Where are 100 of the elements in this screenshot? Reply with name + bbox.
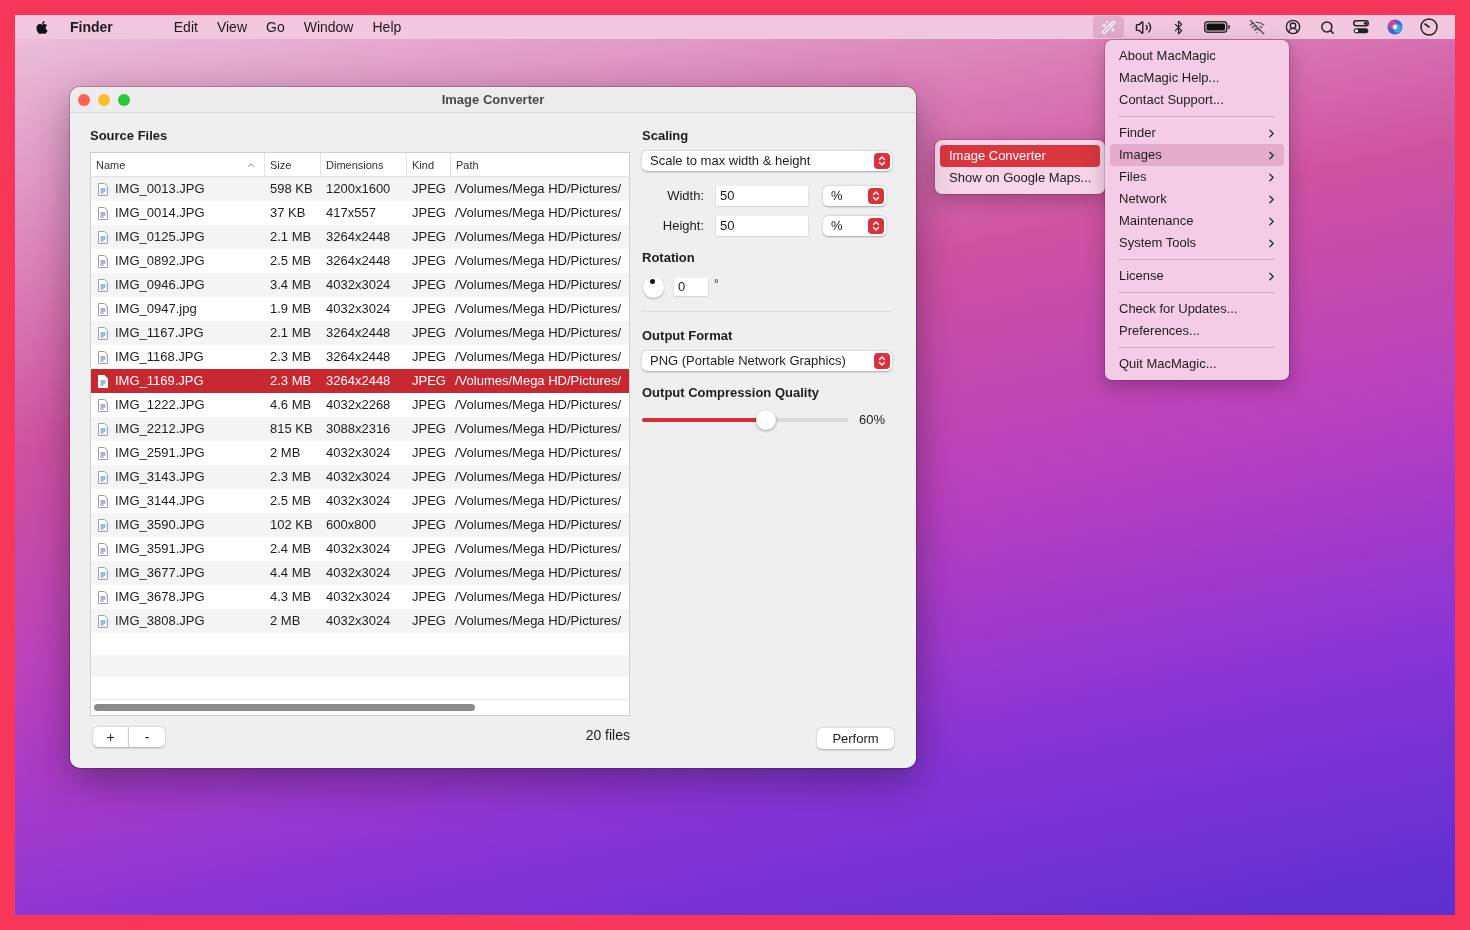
height-unit-popup[interactable]: %	[823, 216, 886, 236]
path-cell-text: /Volumes/Mega HD/Pictures/	[454, 492, 623, 511]
file-name-cell-text: IMG_3143.JPG	[115, 468, 205, 487]
menu-item[interactable]: About MacMagic	[1110, 45, 1284, 67]
menu-item[interactable]: Images	[1110, 144, 1284, 166]
path-cell-text: /Volumes/Mega HD/Pictures/	[454, 468, 623, 487]
table-row[interactable]: IMG_0125.JPG 2.1 MB 3264x2448 JPEG /Volumes/Mega HD/Pictures/	[91, 225, 629, 249]
kind-cell-text: JPEG	[411, 468, 447, 487]
file-name-cell-text: IMG_1169.JPG	[115, 372, 204, 391]
siri-icon[interactable]	[1387, 19, 1403, 35]
size-cell-text: 2.4 MB	[269, 540, 313, 559]
scrollbar-thumb[interactable]	[94, 704, 475, 711]
menu-item[interactable]: Image Converter	[940, 145, 1100, 167]
dimensions-cell-text: 4032x3024	[325, 468, 392, 487]
search-icon[interactable]	[1319, 19, 1335, 35]
updown-chevron-icon	[874, 353, 890, 369]
menu-item[interactable]: License	[1110, 265, 1284, 287]
user-icon[interactable]	[1285, 19, 1301, 35]
file-name-cell-text: IMG_0947.jpg	[115, 300, 197, 319]
control-center-icon[interactable]	[1353, 20, 1369, 34]
path-cell-text: /Volumes/Mega HD/Pictures/	[454, 324, 623, 343]
path-cell-text: /Volumes/Mega HD/Pictures/	[454, 180, 623, 199]
format-popup[interactable]: PNG (Portable Network Graphics)	[642, 351, 892, 371]
path-cell-text: /Volumes/Mega HD/Pictures/	[454, 612, 623, 631]
size-cell-text: 4.4 MB	[269, 564, 313, 583]
table-row[interactable]: IMG_3808.JPG 2 MB 4032x3024 JPEG /Volumes/Mega HD/Pictures/	[91, 609, 629, 633]
menu-item[interactable]: Quit MacMagic...	[1110, 353, 1284, 375]
kind-cell-text: JPEG	[411, 492, 447, 511]
menu-bar-item[interactable]: Finder	[70, 18, 113, 36]
close-button[interactable]	[78, 93, 90, 106]
dimensions-cell-text: 3264x2448	[325, 348, 392, 367]
path-cell-text: /Volumes/Mega HD/Pictures/	[454, 252, 623, 271]
rotation-knob[interactable]	[643, 276, 664, 298]
table-row[interactable]: IMG_1167.JPG 2.1 MB 3264x2448 JPEG /Volumes/Mega HD/Pictures/	[91, 321, 629, 345]
file-name-cell-text: IMG_3808.JPG	[115, 612, 205, 631]
menu-bar-item[interactable]: Go	[266, 18, 285, 36]
height-field[interactable]: 50	[716, 216, 808, 236]
menu-bar-item[interactable]: Edit	[173, 18, 198, 36]
table-row[interactable]: IMG_3677.JPG 4.4 MB 4032x3024 JPEG /Volumes/Mega HD/Pictures/	[91, 561, 629, 585]
apple-icon[interactable]	[35, 19, 49, 35]
dimensions-cell-text: 3264x2448	[325, 252, 392, 271]
kind-cell-text: JPEG	[411, 444, 447, 463]
menu-item[interactable]: System Tools	[1110, 232, 1284, 254]
degree-label: °	[714, 276, 719, 293]
menu-item[interactable]: Preferences...	[1110, 320, 1284, 342]
table-row[interactable]: IMG_3143.JPG 2.3 MB 4032x3024 JPEG /Volumes/Mega HD/Pictures/	[91, 465, 629, 489]
add-button[interactable]: +	[93, 727, 129, 747]
battery-icon[interactable]	[1204, 21, 1230, 33]
table-row[interactable]: IMG_0946.JPG 3.4 MB 4032x3024 JPEG /Volumes/Mega HD/Pictures/	[91, 273, 629, 297]
kind-cell-text: JPEG	[411, 228, 447, 247]
size-cell-text: 3.4 MB	[269, 276, 313, 295]
perform-button[interactable]: Perform	[817, 728, 894, 749]
menu-bar-item[interactable]: Help	[372, 18, 402, 36]
updown-chevron-icon	[868, 218, 884, 234]
file-name-cell-text: IMG_0013.JPG	[115, 180, 205, 199]
width-field[interactable]: 50	[716, 186, 808, 206]
menu-bar-item[interactable]: View	[216, 18, 247, 36]
menu-item[interactable]: MacMagic Help...	[1110, 67, 1284, 89]
wifi-off-icon[interactable]	[1249, 19, 1265, 35]
dimensions-cell-text: 600x800	[325, 516, 377, 535]
menu-item[interactable]: Show on Google Maps...	[940, 167, 1100, 189]
file-icon	[98, 302, 108, 316]
kind-cell-text: JPEG	[411, 372, 447, 391]
dimensions-cell-text: 4032x3024	[325, 588, 392, 607]
kind-cell-text: JPEG	[411, 324, 447, 343]
dimensions-cell-text: 3264x2448	[325, 372, 392, 391]
width-unit-popup[interactable]: %	[823, 186, 886, 206]
table-row[interactable]: IMG_3590.JPG 102 KB 600x800 JPEG /Volumes/Mega HD/Pictures/	[91, 513, 629, 537]
dimensions-cell-text: 4032x3024	[325, 444, 392, 463]
table-row[interactable]: IMG_1169.JPG 2.3 MB 3264x2448 JPEG /Volumes/Mega HD/Pictures/	[91, 369, 629, 393]
menu-item[interactable]: Check for Updates...	[1110, 298, 1284, 320]
size-cell-text: 598 KB	[269, 180, 314, 199]
size-cell-text: 4.6 MB	[269, 396, 313, 415]
menu-bar-item[interactable]: Window	[303, 18, 354, 36]
menu-item[interactable]: Network	[1110, 188, 1284, 210]
updown-chevron-icon	[868, 188, 884, 204]
file-icon	[98, 614, 108, 628]
section-heading: Output Compression Quality	[642, 385, 820, 401]
scaling-popup[interactable]: Scale to max width & height	[642, 151, 892, 171]
file-icon	[98, 422, 108, 436]
file-name-cell-text: IMG_3677.JPG	[115, 564, 205, 583]
slider-thumb[interactable]	[755, 410, 776, 430]
menu-item[interactable]: Files	[1110, 166, 1284, 188]
rotation-field[interactable]: 0	[674, 278, 708, 296]
file-icon	[98, 326, 108, 340]
table-row[interactable]: IMG_2212.JPG 815 KB 3088x2316 JPEG /Volumes/Mega HD/Pictures/	[91, 417, 629, 441]
table-row[interactable]: IMG_0013.JPG 598 KB 1200x1600 JPEG /Volumes/Mega HD/Pictures/	[91, 177, 629, 201]
volume-icon[interactable]	[1134, 18, 1152, 36]
path-cell-text: /Volumes/Mega HD/Pictures/	[454, 372, 623, 391]
size-cell-text: 2.3 MB	[269, 468, 313, 487]
size-cell-text: 815 KB	[269, 420, 314, 439]
quality-value: 60%	[859, 411, 886, 430]
menu-item[interactable]: Maintenance	[1110, 210, 1284, 232]
size-cell-text: 1.9 MB	[269, 300, 313, 319]
remove-button[interactable]: -	[129, 727, 165, 747]
menu-item[interactable]: Finder	[1110, 122, 1284, 144]
file-icon	[98, 494, 108, 508]
column-header[interactable]: Path	[451, 153, 629, 177]
menu-item[interactable]: Contact Support...	[1110, 89, 1284, 111]
clock-icon[interactable]	[1420, 18, 1438, 36]
